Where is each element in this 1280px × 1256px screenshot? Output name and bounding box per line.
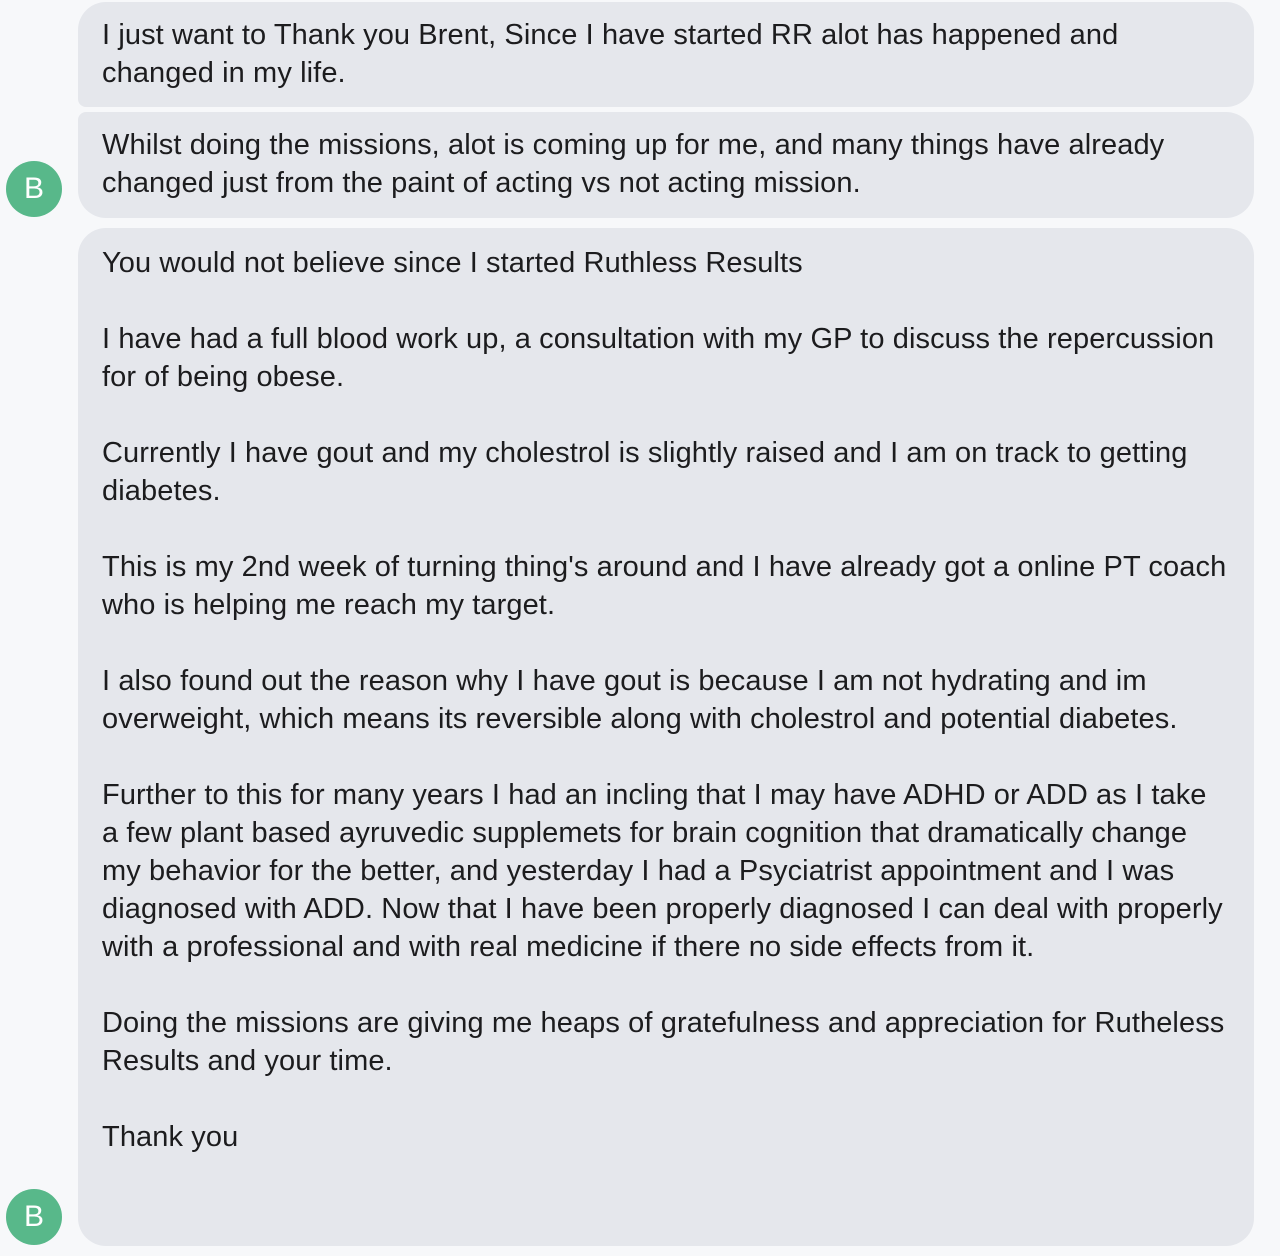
message-paragraph: Thank you (102, 1121, 239, 1153)
message-paragraph: I also found out the reason why I have g… (102, 665, 1178, 735)
sender-avatar[interactable]: B (6, 1189, 62, 1245)
message-text: Whilst doing the missions, alot is comin… (102, 129, 1165, 199)
message-bubble[interactable]: I just want to Thank you Brent, Since I … (78, 2, 1254, 107)
message-paragraph: This is my 2nd week of turning thing's a… (102, 551, 1227, 621)
message-paragraph: Currently I have gout and my cholestrol … (102, 437, 1188, 507)
message-paragraph: Further to this for many years I had an … (102, 779, 1223, 963)
sender-avatar[interactable]: B (6, 161, 62, 217)
message-bubble[interactable]: You would not believe since I started Ru… (78, 228, 1254, 1246)
message-paragraph: I have had a full blood work up, a consu… (102, 323, 1215, 393)
message-paragraph: Doing the missions are giving me heaps o… (102, 1007, 1225, 1077)
message-paragraph: You would not believe since I started Ru… (102, 247, 803, 279)
message-text: I just want to Thank you Brent, Since I … (102, 19, 1119, 89)
message-bubble[interactable]: Whilst doing the missions, alot is comin… (78, 112, 1254, 218)
